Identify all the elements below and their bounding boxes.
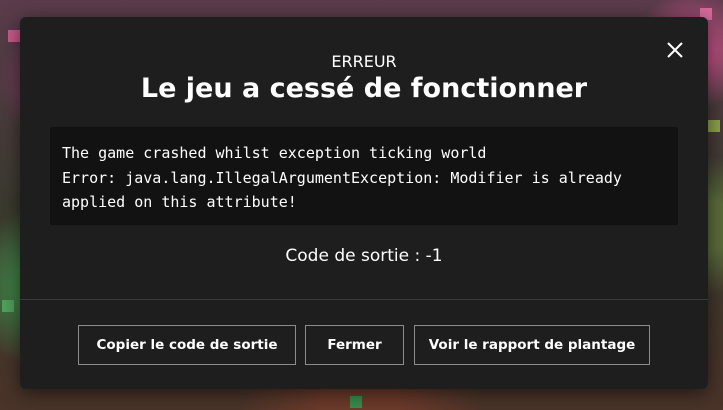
dialog-heading: ERREUR: [331, 52, 397, 71]
background-pixel: [350, 396, 362, 408]
crash-dialog: ERREUR Le jeu a cessé de fonctionner The…: [20, 17, 708, 389]
error-line: The game crashed whilst exception tickin…: [62, 144, 487, 162]
divider: [20, 299, 708, 300]
error-line: applied on this attribute!: [62, 193, 297, 211]
view-crash-report-button[interactable]: Voir le rapport de plantage: [414, 325, 650, 365]
copy-exit-code-button[interactable]: Copier le code de sortie: [78, 325, 296, 365]
close-button[interactable]: Fermer: [305, 325, 404, 365]
background-pixel: [708, 120, 720, 132]
error-line: Error: java.lang.IllegalArgumentExceptio…: [62, 168, 622, 187]
background-pixel: [8, 30, 20, 42]
dialog-title: Le jeu a cessé de fonctionner: [140, 73, 588, 104]
background-pixel: [2, 300, 14, 312]
exit-code-label: Code de sortie : -1: [285, 246, 443, 266]
error-message-box: The game crashed whilst exception tickin…: [50, 127, 678, 225]
